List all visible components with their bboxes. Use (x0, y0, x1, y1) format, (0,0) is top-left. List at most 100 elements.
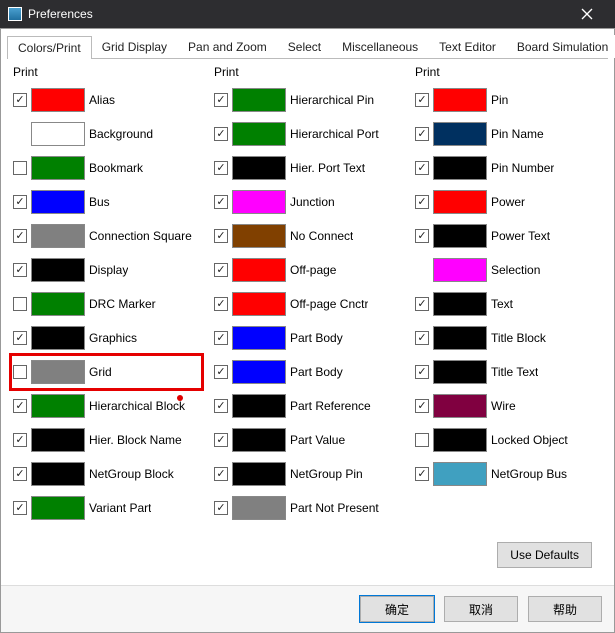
print-checkbox[interactable]: ✓ (13, 433, 27, 447)
print-checkbox[interactable]: ✓ (214, 365, 228, 379)
print-checkbox[interactable]: ✓ (13, 229, 27, 243)
color-swatch[interactable] (433, 428, 487, 452)
color-swatch[interactable] (31, 122, 85, 146)
print-checkbox[interactable]: ✓ (13, 501, 27, 515)
color-row: ✓Hier. Port Text (212, 151, 403, 185)
color-swatch[interactable] (232, 258, 286, 282)
color-swatch[interactable] (31, 258, 85, 282)
print-checkbox[interactable]: ✓ (415, 93, 429, 107)
print-checkbox[interactable]: ✓ (214, 297, 228, 311)
print-checkbox[interactable]: ✓ (214, 93, 228, 107)
color-swatch[interactable] (31, 326, 85, 350)
color-label: Off-page Cnctr (290, 297, 368, 311)
print-checkbox[interactable] (415, 433, 429, 447)
color-swatch[interactable] (232, 360, 286, 384)
column-header: Print (212, 65, 403, 79)
print-checkbox[interactable]: ✓ (415, 365, 429, 379)
color-swatch[interactable] (31, 394, 85, 418)
print-checkbox[interactable]: ✓ (214, 331, 228, 345)
color-row: ✓Junction (212, 185, 403, 219)
tab-select[interactable]: Select (277, 35, 332, 58)
print-checkbox[interactable]: ✓ (214, 399, 228, 413)
color-swatch[interactable] (31, 292, 85, 316)
color-swatch[interactable] (31, 190, 85, 214)
ok-button[interactable]: 确定 (360, 596, 434, 622)
use-defaults-button[interactable]: Use Defaults (497, 542, 592, 568)
print-checkbox[interactable]: ✓ (415, 195, 429, 209)
color-swatch[interactable] (433, 190, 487, 214)
close-button[interactable] (567, 0, 607, 28)
print-checkbox[interactable] (13, 297, 27, 311)
color-swatch[interactable] (31, 462, 85, 486)
color-label: Bookmark (89, 161, 143, 175)
color-swatch[interactable] (31, 428, 85, 452)
color-label: Hierarchical Pin (290, 93, 374, 107)
color-swatch[interactable] (232, 224, 286, 248)
print-checkbox[interactable]: ✓ (415, 229, 429, 243)
print-checkbox[interactable]: ✓ (214, 467, 228, 481)
color-label: Bus (89, 195, 110, 209)
color-swatch[interactable] (232, 122, 286, 146)
print-checkbox[interactable]: ✓ (415, 297, 429, 311)
tab-pan-and-zoom[interactable]: Pan and Zoom (177, 35, 278, 58)
color-swatch[interactable] (433, 224, 487, 248)
cancel-button[interactable]: 取消 (444, 596, 518, 622)
color-swatch[interactable] (31, 360, 85, 384)
print-column: Print✓Pin✓Pin Name✓Pin Number✓Power✓Powe… (413, 65, 604, 525)
color-swatch[interactable] (232, 292, 286, 316)
print-checkbox[interactable]: ✓ (415, 331, 429, 345)
print-checkbox[interactable] (13, 365, 27, 379)
tab-text-editor[interactable]: Text Editor (428, 35, 507, 58)
print-checkbox[interactable]: ✓ (214, 161, 228, 175)
print-checkbox[interactable]: ✓ (415, 399, 429, 413)
color-label: Pin Number (491, 161, 554, 175)
print-checkbox[interactable]: ✓ (13, 195, 27, 209)
dialog-footer: 确定 取消 帮助 (1, 585, 614, 632)
color-swatch[interactable] (433, 88, 487, 112)
print-checkbox[interactable]: ✓ (415, 161, 429, 175)
color-swatch[interactable] (232, 462, 286, 486)
print-checkbox[interactable]: ✓ (415, 127, 429, 141)
print-checkbox[interactable] (13, 161, 27, 175)
print-checkbox[interactable]: ✓ (214, 229, 228, 243)
print-checkbox[interactable]: ✓ (13, 263, 27, 277)
color-swatch[interactable] (232, 428, 286, 452)
tab-grid-display[interactable]: Grid Display (91, 35, 178, 58)
color-swatch[interactable] (232, 88, 286, 112)
color-swatch[interactable] (433, 156, 487, 180)
color-label: Hierarchical Block (89, 399, 185, 413)
color-swatch[interactable] (232, 156, 286, 180)
color-swatch[interactable] (232, 496, 286, 520)
print-checkbox[interactable]: ✓ (214, 195, 228, 209)
color-swatch[interactable] (232, 394, 286, 418)
help-button[interactable]: 帮助 (528, 596, 602, 622)
color-swatch[interactable] (433, 360, 487, 384)
print-checkbox[interactable]: ✓ (214, 501, 228, 515)
print-checkbox[interactable]: ✓ (13, 331, 27, 345)
color-swatch[interactable] (232, 326, 286, 350)
column-header: Print (413, 65, 604, 79)
color-swatch[interactable] (433, 394, 487, 418)
color-row: ✓NetGroup Pin (212, 457, 403, 491)
color-swatch[interactable] (433, 326, 487, 350)
color-swatch[interactable] (433, 462, 487, 486)
tab-board-simulation[interactable]: Board Simulation (506, 35, 615, 58)
color-swatch[interactable] (31, 496, 85, 520)
print-checkbox[interactable]: ✓ (214, 433, 228, 447)
color-swatch[interactable] (433, 122, 487, 146)
color-row: ✓Part Not Present (212, 491, 403, 525)
color-swatch[interactable] (433, 292, 487, 316)
print-checkbox[interactable]: ✓ (13, 399, 27, 413)
tab-colors-print[interactable]: Colors/Print (7, 36, 92, 59)
print-checkbox[interactable]: ✓ (214, 263, 228, 277)
print-checkbox[interactable]: ✓ (415, 467, 429, 481)
color-swatch[interactable] (31, 224, 85, 248)
print-checkbox[interactable]: ✓ (13, 93, 27, 107)
print-checkbox[interactable]: ✓ (13, 467, 27, 481)
color-swatch[interactable] (433, 258, 487, 282)
color-swatch[interactable] (31, 88, 85, 112)
color-swatch[interactable] (31, 156, 85, 180)
color-swatch[interactable] (232, 190, 286, 214)
print-checkbox[interactable]: ✓ (214, 127, 228, 141)
tab-miscellaneous[interactable]: Miscellaneous (331, 35, 429, 58)
